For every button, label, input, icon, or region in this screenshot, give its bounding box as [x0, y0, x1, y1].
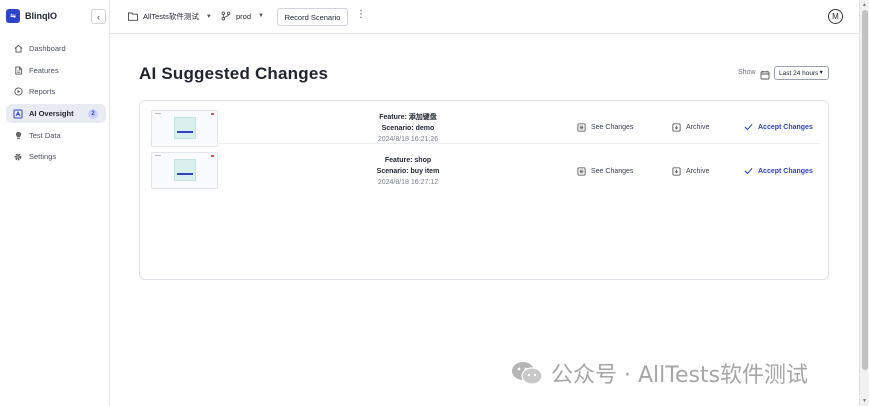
collapse-sidebar-button[interactable]: ‹ [91, 9, 106, 24]
screenshot-thumbnail[interactable] [151, 152, 218, 189]
accept-changes-button[interactable]: Accept Changes [744, 123, 813, 131]
page-title: AI Suggested Changes [139, 64, 329, 83]
sidebar-item-dashboard[interactable]: Dashboard [6, 39, 106, 58]
accept-changes-button[interactable]: Accept Changes [744, 167, 813, 175]
sidebar-item-label: Settings [29, 152, 57, 162]
scroll-down-icon[interactable]: ▼ [862, 398, 867, 404]
file-icon [13, 65, 23, 75]
sidebar-item-ai-oversight[interactable]: AI Oversight 2 [6, 104, 106, 124]
lightbulb-icon [13, 130, 23, 140]
see-changes-label: See Changes [591, 168, 634, 175]
folder-icon [128, 12, 138, 21]
show-label: Show [738, 69, 756, 76]
sidebar-item-reports[interactable]: Reports [6, 82, 106, 101]
brand-logo-icon: ⇋ [6, 9, 20, 23]
watermark: 公众号 · AllTests软件测试 [511, 357, 808, 389]
chevron-down-icon: ▼ [818, 70, 824, 76]
avatar[interactable]: M [828, 9, 843, 24]
time-range-value: Last 24 hours [779, 69, 819, 77]
sidebar: ⇋ BlinqIO ‹ Dashboard Features Reports A… [0, 0, 110, 406]
watermark-text: 公众号 · AllTests软件测试 [551, 363, 809, 388]
environment-name: prod [236, 11, 252, 21]
list-item: Feature: shop Scenario: buy item 2024/8/… [150, 145, 820, 189]
archive-icon [672, 167, 681, 176]
branch-icon [221, 11, 231, 21]
sidebar-item-test-data[interactable]: Test Data [6, 126, 106, 145]
archive-icon [672, 123, 681, 132]
change-timestamp: 2024/8/18 16:21:26 [377, 136, 439, 143]
list-item: Feature: 添加键盘 Scenario: demo 2024/8/18 1… [150, 101, 820, 147]
gear-icon [13, 152, 23, 162]
scroll-up-icon[interactable]: ▲ [862, 2, 867, 8]
sidebar-item-label: Reports [29, 87, 56, 97]
accept-changes-label: Accept Changes [758, 123, 813, 131]
chevron-down-icon: ▼ [258, 13, 264, 19]
sidebar-item-settings[interactable]: Settings [6, 147, 106, 166]
more-options-icon[interactable]: ⋮ [356, 10, 366, 20]
sidebar-item-features[interactable]: Features [6, 61, 106, 80]
project-selector[interactable]: AllTests软件测试 ▼ [128, 11, 212, 22]
check-icon [744, 167, 753, 175]
page-scrollbar[interactable]: ▲ ▼ [859, 0, 869, 406]
sidebar-item-label: AI Oversight [29, 109, 74, 119]
home-icon [13, 44, 23, 54]
see-changes-button[interactable]: See Changes [577, 123, 633, 132]
calendar-icon [760, 67, 770, 85]
record-scenario-button[interactable]: Record Scenario [277, 8, 348, 26]
accept-changes-label: Accept Changes [758, 167, 813, 175]
ai-icon [13, 109, 23, 119]
suggested-changes-panel: Feature: 添加键盘 Scenario: demo 2024/8/18 1… [139, 100, 829, 280]
scenario-name: Scenario: buy item [376, 168, 440, 175]
see-changes-button[interactable]: See Changes [577, 167, 633, 176]
chevron-down-icon: ▼ [205, 13, 212, 20]
scrollbar-thumb[interactable] [862, 10, 868, 370]
see-changes-label: See Changes [591, 124, 634, 131]
scenario-name: Scenario: demo [381, 125, 435, 132]
brand[interactable]: ⇋ BlinqIO [6, 9, 57, 23]
sidebar-item-label: Test Data [29, 130, 61, 140]
document-list-icon [577, 123, 586, 132]
play-circle-icon [13, 87, 23, 97]
ai-oversight-count-badge: 2 [88, 109, 98, 120]
archive-button[interactable]: Archive [672, 123, 709, 132]
brand-name: BlinqIO [25, 11, 57, 21]
archive-label: Archive [686, 124, 710, 131]
screenshot-thumbnail[interactable] [151, 110, 218, 147]
wechat-icon [511, 360, 543, 386]
archive-button[interactable]: Archive [672, 167, 709, 176]
feature-name: Feature: shop [384, 157, 432, 164]
change-info: Feature: 添加键盘 Scenario: demo 2024/8/18 1… [330, 112, 486, 145]
sidebar-item-label: Features [29, 65, 59, 75]
project-name: AllTests软件测试 [143, 12, 199, 21]
change-timestamp: 2024/8/18 16:27:12 [377, 179, 439, 186]
change-info: Feature: shop Scenario: buy item 2024/8/… [330, 155, 486, 188]
document-list-icon [577, 167, 586, 176]
sidebar-item-label: Dashboard [29, 44, 66, 53]
check-icon [744, 123, 753, 131]
archive-label: Archive [686, 168, 710, 175]
top-bar: AllTests软件测试 ▼ prod ▼ Record Scenario ⋮ … [110, 0, 859, 34]
environment-selector[interactable]: prod ▼ [221, 11, 264, 21]
sidebar-nav: Dashboard Features Reports AI Oversight … [6, 39, 106, 169]
time-range-select[interactable]: Last 24 hours ▼ [774, 66, 829, 80]
feature-name: Feature: 添加键盘 [379, 114, 437, 121]
